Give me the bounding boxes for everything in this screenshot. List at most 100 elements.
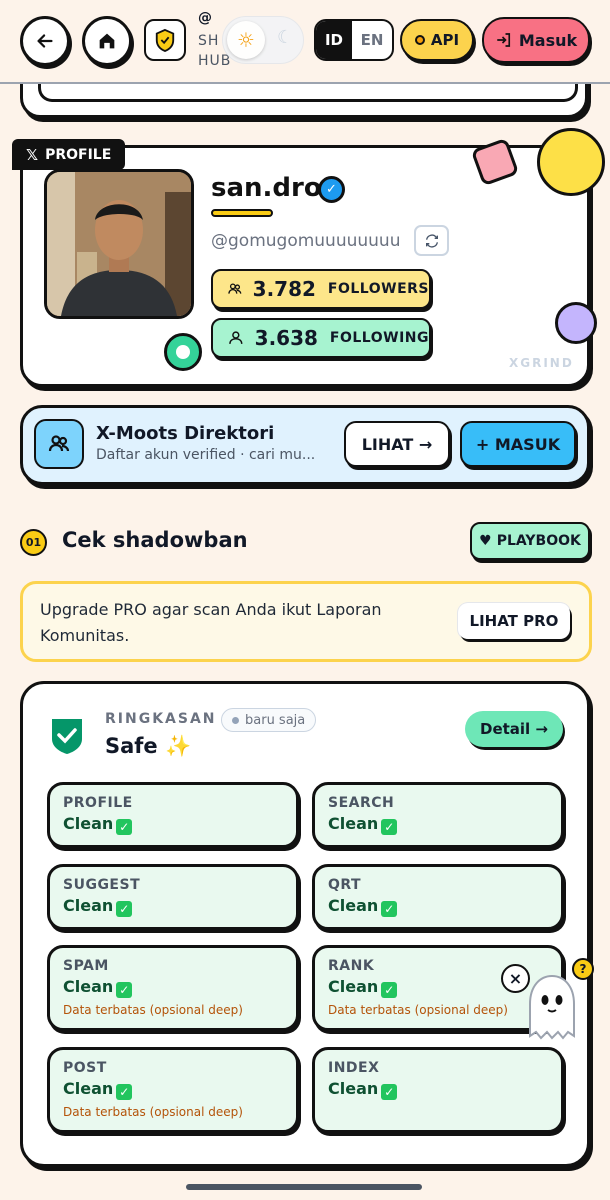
avatar-photo-icon [47,172,191,316]
lang-en-option[interactable]: EN [352,21,392,59]
following-stat[interactable]: 3.638 FOLLOWING [211,318,431,358]
check-title: SPAM [63,958,109,974]
time-badge-text: baru saja [245,712,306,728]
check-title: PROFILE [63,795,133,811]
moots-subtitle: Daftar akun verified · cari mu... [96,447,316,463]
profile-tag: 𝕏 PROFILE [12,139,126,170]
close-mascot-button[interactable]: × [501,964,530,993]
section-title: Cek shadowban [62,528,248,552]
following-label: FOLLOWING [329,330,429,346]
detail-button[interactable]: Detail → [465,711,563,747]
check-status: Clean [63,1079,114,1098]
check-tile-index[interactable]: INDEX Clean ✓ [312,1047,564,1133]
check-title: SUGGEST [63,877,141,893]
heart-icon: ♥ [479,533,492,549]
shield-logo-button[interactable] [144,19,186,61]
api-label: API [430,31,460,49]
time-badge: baru saja [221,708,317,732]
profile-handle: @gomugomuuuuuuuu [211,231,401,251]
home-indicator [186,1184,422,1190]
watermark: XGRIND [509,356,574,370]
check-note: Data terbatas (opsional deep) [63,1003,243,1017]
check-mark-icon: ✓ [116,1084,133,1100]
avatar [44,169,194,319]
previous-card-inner [38,84,578,102]
check-title: QRT [328,877,362,893]
pro-notice-text: Upgrade PRO agar scan Anda ikut Laporan … [40,600,382,645]
safe-shield-icon [50,717,84,759]
sun-icon: ☼ [227,21,265,59]
check-tile-profile[interactable]: PROFILE Clean ✓ [47,782,299,848]
moots-view-button[interactable]: LIHAT → [344,421,450,467]
language-switch: ID EN [314,19,394,61]
user-icon [229,331,243,344]
ghost-mascot-icon[interactable] [522,970,582,1058]
dot-icon [232,716,239,724]
refresh-button[interactable] [414,225,449,256]
section-number-badge: 01 [20,529,47,556]
login-button[interactable]: Masuk [482,17,590,63]
status-dot-icon [414,35,425,45]
x-logo-icon: 𝕏 [26,145,39,164]
moots-join-button[interactable]: + MASUK [460,421,576,467]
profile-tag-label: PROFILE [45,146,112,163]
check-status: Clean [63,977,114,996]
followers-label: FOLLOWERS [327,281,429,297]
moots-title: X-Moots Direktori [96,423,275,444]
login-label: Masuk [518,30,578,50]
moon-icon: ☾ [277,27,294,48]
check-tile-post[interactable]: POST Clean ✓ Data terbatas (opsional deep… [47,1047,299,1133]
top-bar: @ SH HUB ☼ ☾ ID EN API Masuk [0,0,610,84]
help-button[interactable]: ? [572,958,594,980]
lang-id-option[interactable]: ID [316,21,352,59]
playbook-label: PLAYBOOK [496,533,581,549]
deco-purple-circle-icon [555,302,597,344]
check-tile-search[interactable]: SEARCH Clean ✓ [312,782,564,848]
close-icon: × [508,968,523,988]
check-mark-icon: ✓ [381,901,398,917]
summary-label: RINGKASAN [105,711,217,727]
verified-badge-icon: ✓ [318,176,345,203]
home-button[interactable] [82,16,132,66]
check-status: Clean [63,814,114,833]
theme-toggle[interactable]: ☼ ☾ [222,16,304,64]
followers-stat[interactable]: 3.782 FOLLOWERS [211,269,431,309]
check-status: Clean [328,977,379,996]
check-tile-suggest[interactable]: SUGGEST Clean ✓ [47,864,299,930]
check-mark-icon: ✓ [381,1084,398,1100]
check-tile-qrt[interactable]: QRT Clean ✓ [312,864,564,930]
check-tile-spam[interactable]: SPAM Clean ✓ Data terbatas (opsional deep… [47,945,299,1031]
check-title: INDEX [328,1060,380,1076]
refresh-icon [425,233,438,248]
followers-count: 3.782 [252,277,316,301]
check-mark-icon: ✓ [116,819,133,835]
check-mark-icon: ✓ [116,982,133,998]
playbook-button[interactable]: ♥ PLAYBOOK [470,522,590,560]
brand-title: SH [198,33,220,49]
check-mark-icon: ✓ [381,982,398,998]
check-status: Clean [328,896,379,915]
check-title: POST [63,1060,107,1076]
brand-mark-icon: @ [198,10,212,26]
api-button[interactable]: API [400,19,474,61]
name-underline [211,209,273,217]
online-status-icon [164,333,202,371]
check-status: Clean [328,814,379,833]
users-icon [228,283,242,294]
check-status: Clean [63,896,114,915]
shield-icon [155,28,175,52]
check-note: Data terbatas (opsional deep) [63,1105,243,1119]
check-mark-icon: ✓ [116,901,133,917]
brand-subtitle: HUB [198,53,232,69]
profile-name: san.dro [211,173,322,203]
home-icon [99,33,115,49]
back-button[interactable] [20,16,70,66]
help-mark: ? [579,962,587,976]
moots-icon-box [34,419,84,469]
summary-status: Safe ✨ [105,734,192,758]
deco-yellow-circle-icon [537,128,605,196]
arrow-left-icon [37,34,53,48]
following-count: 3.638 [254,326,318,350]
login-icon [497,33,510,47]
view-pro-button[interactable]: LIHAT PRO [458,603,570,639]
